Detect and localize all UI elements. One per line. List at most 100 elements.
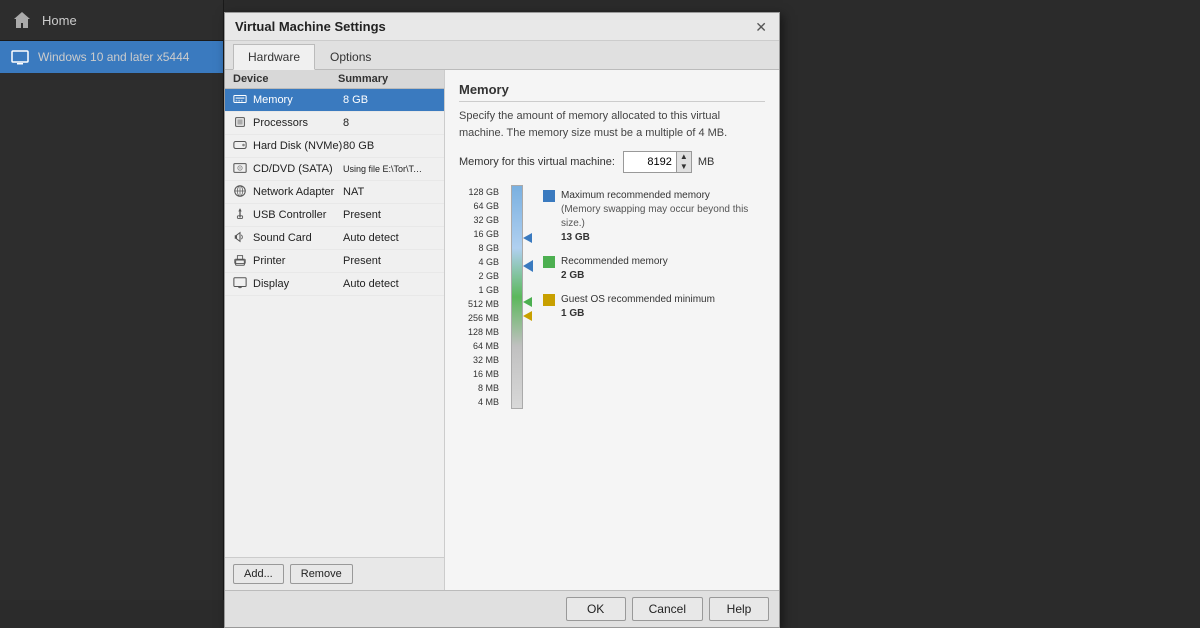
home-icon: [10, 8, 34, 32]
scale-1gb: 1 GB: [459, 283, 503, 297]
device-list-header: Device Summary: [225, 70, 444, 89]
scale-128gb: 128 GB: [459, 185, 503, 199]
device-summary-memory: 8 GB: [343, 94, 436, 106]
device-list: Memory 8 GB Processors 8: [225, 89, 444, 557]
memory-legend: Maximum recommended memory (Memory swapp…: [543, 185, 765, 409]
device-name-sound: Sound Card: [253, 232, 343, 244]
device-name-cddvd: CD/DVD (SATA): [253, 163, 343, 175]
scale-4gb: 4 GB: [459, 255, 503, 269]
dialog-tabs: Hardware Options: [225, 41, 779, 70]
max-rec-icon: [543, 190, 555, 202]
sidebar-vm-label: Windows 10 and later x5444: [38, 50, 189, 64]
device-summary-processors: 8: [343, 117, 436, 129]
memory-input-label: Memory for this virtual machine:: [459, 156, 615, 168]
memory-spinners: ▲ ▼: [676, 152, 691, 172]
display-icon: [233, 276, 249, 292]
memory-icon: [233, 92, 249, 108]
device-row-printer[interactable]: Printer Present: [225, 250, 444, 273]
device-row-sound[interactable]: Sound Card Auto detect: [225, 227, 444, 250]
device-row-cddvd[interactable]: CD/DVD (SATA) Using file E:\Tor\Test OS\…: [225, 158, 444, 181]
scale-16gb: 16 GB: [459, 227, 503, 241]
legend-guest: Guest OS recommended minimum 1 GB: [543, 293, 765, 321]
device-row-usb[interactable]: USB Controller Present: [225, 204, 444, 227]
memory-section-title: Memory: [459, 82, 765, 102]
virtual-machine-settings-dialog: Virtual Machine Settings ✕ Hardware Opti…: [224, 12, 780, 628]
device-row-network[interactable]: Network Adapter NAT: [225, 181, 444, 204]
device-name-processors: Processors: [253, 117, 343, 129]
device-row-memory[interactable]: Memory 8 GB: [225, 89, 444, 112]
slider-track-bar: [511, 185, 523, 409]
current-mem-arrow: [523, 260, 533, 272]
remove-button[interactable]: Remove: [290, 564, 353, 584]
max-rec-label: Maximum recommended memory: [561, 189, 765, 203]
scale-8mb: 8 MB: [459, 381, 503, 395]
guest-icon: [543, 294, 555, 306]
col-device: Device: [233, 73, 338, 85]
guest-label: Guest OS recommended minimum: [561, 293, 715, 307]
col-summary: Summary: [338, 73, 436, 85]
memory-unit-label: MB: [698, 156, 715, 168]
tab-options[interactable]: Options: [315, 44, 386, 69]
legend-max-rec: Maximum recommended memory (Memory swapp…: [543, 189, 765, 245]
max-rec-arrow: [523, 233, 532, 243]
home-label: Home: [42, 13, 77, 28]
scale-32mb: 32 MB: [459, 353, 503, 367]
processors-icon: [233, 115, 249, 131]
device-name-display: Display: [253, 278, 343, 290]
rec-value: 2 GB: [561, 269, 668, 283]
memory-visualization: 128 GB 64 GB 32 GB 16 GB 8 GB 4 GB 2 GB …: [459, 185, 765, 409]
sidebar-vm-item[interactable]: Windows 10 and later x5444: [0, 41, 223, 73]
sound-icon: [233, 230, 249, 246]
memory-input-wrap: ▲ ▼: [623, 151, 692, 173]
device-summary-display: Auto detect: [343, 278, 436, 290]
ok-button[interactable]: OK: [566, 597, 626, 621]
device-name-network: Network Adapter: [253, 186, 343, 198]
dialog-titlebar: Virtual Machine Settings ✕: [225, 13, 779, 41]
scale-8gb: 8 GB: [459, 241, 503, 255]
rec-label: Recommended memory: [561, 255, 668, 269]
device-summary-sound: Auto detect: [343, 232, 436, 244]
scale-4mb: 4 MB: [459, 395, 503, 409]
device-name-printer: Printer: [253, 255, 343, 267]
dialog-footer: OK Cancel Help: [225, 590, 779, 627]
memory-input-row: Memory for this virtual machine: ▲ ▼ MB: [459, 151, 765, 173]
memory-increment-button[interactable]: ▲: [677, 152, 691, 162]
device-summary-usb: Present: [343, 209, 436, 221]
harddisk-icon: [233, 138, 249, 154]
tab-hardware[interactable]: Hardware: [233, 44, 315, 70]
vm-icon: [10, 47, 30, 67]
memory-decrement-button[interactable]: ▼: [677, 162, 691, 172]
cddvd-icon: [233, 161, 249, 177]
memory-slider-track[interactable]: [503, 185, 533, 409]
max-rec-value: 13 GB: [561, 231, 765, 245]
device-name-harddisk: Hard Disk (NVMe): [253, 140, 343, 152]
scale-64gb: 64 GB: [459, 199, 503, 213]
sidebar-home[interactable]: Home: [0, 0, 223, 41]
device-row-harddisk[interactable]: Hard Disk (NVMe) 80 GB: [225, 135, 444, 158]
memory-value-input[interactable]: [624, 154, 676, 170]
device-summary-cddvd: Using file E:\Tor\Test OS\ub...: [343, 164, 423, 174]
guest-value: 1 GB: [561, 307, 715, 321]
scale-32gb: 32 GB: [459, 213, 503, 227]
device-row-processors[interactable]: Processors 8: [225, 112, 444, 135]
device-buttons: Add... Remove: [225, 557, 444, 590]
device-summary-network: NAT: [343, 186, 436, 198]
usb-icon: [233, 207, 249, 223]
dialog-body: Device Summary Memory 8 G: [225, 70, 779, 590]
guest-min-arrow: [523, 311, 532, 321]
scale-2gb: 2 GB: [459, 269, 503, 283]
memory-scale-labels: 128 GB 64 GB 32 GB 16 GB 8 GB 4 GB 2 GB …: [459, 185, 503, 409]
network-icon: [233, 184, 249, 200]
add-button[interactable]: Add...: [233, 564, 284, 584]
device-name-usb: USB Controller: [253, 209, 343, 221]
device-row-display[interactable]: Display Auto detect: [225, 273, 444, 296]
sidebar: Home Windows 10 and later x5444: [0, 0, 224, 600]
device-summary-harddisk: 80 GB: [343, 140, 436, 152]
memory-panel: Memory Specify the amount of memory allo…: [445, 70, 779, 590]
help-button[interactable]: Help: [709, 597, 769, 621]
rec-mem-arrow: [523, 297, 532, 307]
close-button[interactable]: ✕: [753, 20, 769, 34]
cancel-button[interactable]: Cancel: [632, 597, 703, 621]
device-summary-printer: Present: [343, 255, 436, 267]
rec-icon: [543, 256, 555, 268]
